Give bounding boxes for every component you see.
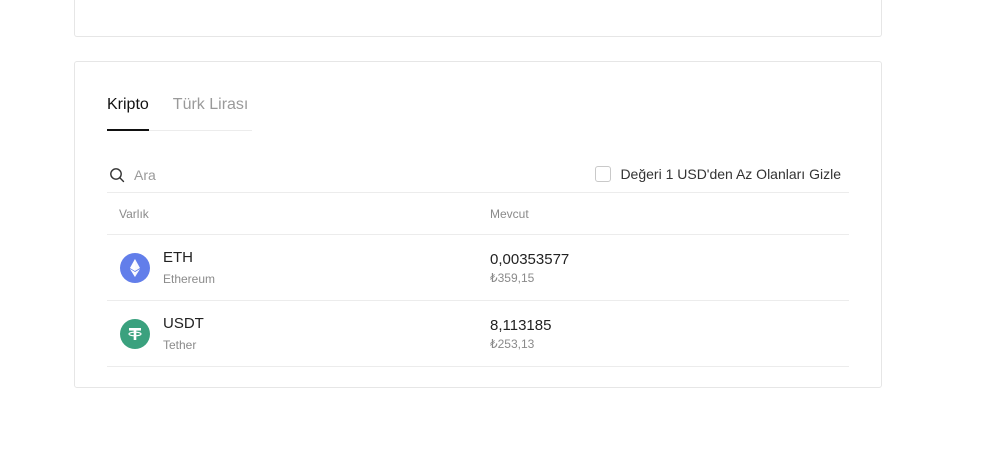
asset-cell: ETH Ethereum <box>107 249 490 286</box>
hide-small-balances[interactable]: Değeri 1 USD'den Az Olanları Gizle <box>595 164 841 184</box>
ethereum-icon <box>120 252 150 283</box>
asset-table: Varlık Mevcut ETH Ethereum 0,00353577 ₺3… <box>107 192 849 367</box>
header-available: Mevcut <box>490 206 529 221</box>
available-fiat: ₺359,15 <box>490 270 535 285</box>
coin-name: Tether <box>163 338 197 352</box>
coin-symbol: USDT <box>163 315 204 332</box>
search-box <box>109 164 329 186</box>
header-asset: Varlık <box>119 206 149 221</box>
search-icon <box>110 168 125 183</box>
tab-crypto[interactable]: Kripto <box>107 94 149 131</box>
table-row[interactable]: USDT Tether 8,113185 ₺253,13 <box>107 301 849 367</box>
tether-icon <box>120 318 150 349</box>
assets-card: Kripto Türk Lirası Değeri 1 USD'den Az O… <box>74 61 882 388</box>
available-amount: 8,113185 <box>490 316 552 334</box>
available-cell: 8,113185 ₺253,13 <box>490 317 849 351</box>
asset-cell: USDT Tether <box>107 315 490 352</box>
available-amount: 0,00353577 <box>490 250 570 268</box>
asset-tabs: Kripto Türk Lirası <box>107 94 252 131</box>
available-fiat: ₺253,13 <box>490 336 535 351</box>
previous-card <box>74 0 882 37</box>
tab-turkish-lira[interactable]: Türk Lirası <box>173 94 249 130</box>
coin-name: Ethereum <box>163 272 216 286</box>
coin-symbol: ETH <box>163 249 193 266</box>
search-input[interactable] <box>134 167 314 183</box>
available-cell: 0,00353577 ₺359,15 <box>490 251 849 285</box>
hide-small-checkbox[interactable] <box>595 166 612 182</box>
hide-small-label: Değeri 1 USD'den Az Olanları Gizle <box>620 166 841 182</box>
table-header: Varlık Mevcut <box>107 192 849 235</box>
table-row[interactable]: ETH Ethereum 0,00353577 ₺359,15 <box>107 235 849 301</box>
